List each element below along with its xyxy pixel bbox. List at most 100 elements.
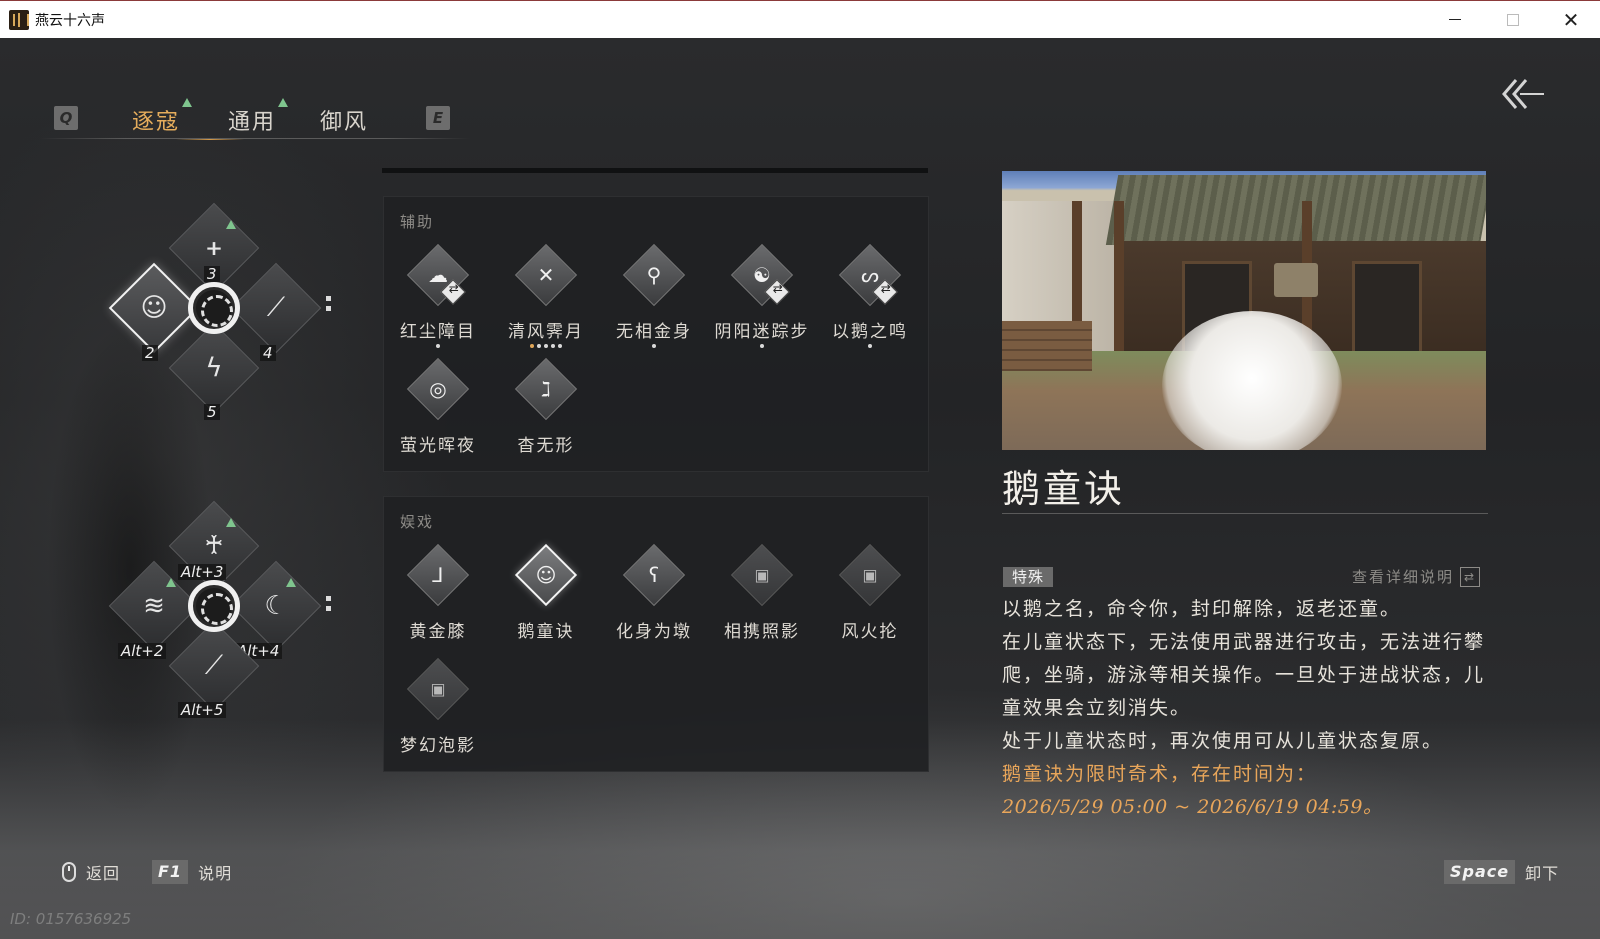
unequip-hint[interactable]: Space 卸下 xyxy=(1444,860,1559,884)
back-hint[interactable]: 返回 xyxy=(62,860,120,884)
description-line: 以鹅之名，命令你，封印解除，返老还童。 xyxy=(1002,598,1402,620)
goose-icon: ᔕ xyxy=(861,263,879,287)
window-controls: ✕ xyxy=(1426,1,1600,38)
crossed-blades-icon: ✕ xyxy=(537,263,555,287)
title-divider xyxy=(1002,513,1488,514)
tab-label: 逐寇 xyxy=(132,110,181,135)
new-indicator-icon xyxy=(226,220,236,229)
skill-yao-wu-xing[interactable]: ℷ 杳无形 xyxy=(496,357,596,456)
bear-icon: ʕ xyxy=(648,563,660,587)
panel-title: 娱戏 xyxy=(400,513,435,531)
game-screen: Q 逐寇 通用 御风 E ᚐ 3 ☺ 2 ⟋ 4 ϟ 5 ♰ Alt+3 ≋ A… xyxy=(0,38,1600,939)
more-dots-icon xyxy=(326,296,332,314)
wheel-slot-4[interactable]: ⟋ xyxy=(230,262,322,354)
unequip-key: Space xyxy=(1444,860,1516,884)
feather-icon: ⟋ xyxy=(266,292,286,323)
close-icon: ✕ xyxy=(1562,7,1580,32)
help-key: F1 xyxy=(152,860,189,884)
skill-yinyang-mizongbu[interactable]: ☯ 阴阳迷踪步 xyxy=(712,243,812,352)
skill-e-tong-jue[interactable]: ☺ 鹅童诀 xyxy=(496,543,596,642)
wheel-slot-2[interactable]: ☺ xyxy=(108,262,200,354)
skill-wuxiang-jinshen[interactable]: ⚲ 无相金身 xyxy=(604,243,704,352)
unequip-label: 卸下 xyxy=(1525,864,1560,883)
spear-icon: ⟋ xyxy=(204,650,224,681)
back-arrow-button[interactable] xyxy=(1500,76,1546,112)
skill-huashen-weidun[interactable]: ʕ 化身为墩 xyxy=(604,543,704,642)
entertainment-skill-panel: 娱戏 ⅃ 黄金膝 ☺ 鹅童诀 ʕ 化身为墩 ▣ 相携照影 ▣ 风火抡 ▣ 梦幻泡… xyxy=(383,496,929,772)
more-dots-icon xyxy=(326,596,332,614)
toggle-details-icon: ⇄ xyxy=(1460,566,1480,587)
meditating-figure-icon: ⚲ xyxy=(646,263,662,287)
wheel-slot-5[interactable]: ϟ xyxy=(168,322,260,414)
skill-preview-image xyxy=(1002,171,1486,450)
level-dots xyxy=(604,344,704,352)
minimize-icon xyxy=(1449,19,1461,20)
help-hint[interactable]: F1 说明 xyxy=(152,860,232,884)
skill-label: 梦幻泡影 xyxy=(400,736,476,756)
new-indicator-icon xyxy=(166,578,176,587)
skill-hongchen-zhangmu[interactable]: ☁ 红尘障目 xyxy=(388,243,488,352)
skill-qingfeng-jiyue[interactable]: ✕ 清风霁月 xyxy=(496,243,596,352)
wheel-slot-key: Alt+5 xyxy=(178,702,227,718)
child-figure-icon: ☺ xyxy=(535,563,557,587)
wheel-slot-key: 5 xyxy=(204,404,220,420)
wheel-slot-alt-5[interactable]: ⟋ xyxy=(168,620,260,712)
skill-label: 清风霁月 xyxy=(508,322,584,342)
level-dots xyxy=(388,344,488,352)
tab-zhukou[interactable]: 逐寇 xyxy=(132,98,193,136)
panel-scroll-track[interactable] xyxy=(382,168,928,173)
limited-time-note: 鹅童诀为限时奇术，存在时间为： xyxy=(1002,763,1318,785)
tab-yufeng[interactable]: 御风 xyxy=(320,104,368,136)
skill-menghuan-paoying[interactable]: ▣ 梦幻泡影 xyxy=(388,657,488,756)
skill-yingguang-huiye[interactable]: ◎ 萤光晖夜 xyxy=(388,357,488,456)
skill-label: 杳无形 xyxy=(517,436,575,456)
child-figure-icon: ☺ xyxy=(140,293,168,323)
view-details-label: 查看详细说明 xyxy=(1351,568,1454,586)
skill-label: 萤光晖夜 xyxy=(400,436,476,456)
skill-huangjin-xi[interactable]: ⅃ 黄金膝 xyxy=(388,543,488,642)
maximize-button[interactable] xyxy=(1484,1,1542,38)
close-button[interactable]: ✕ xyxy=(1542,1,1600,38)
crane-icon: ϟ xyxy=(205,353,223,383)
minimize-button[interactable] xyxy=(1426,1,1484,38)
level-dots xyxy=(820,344,920,352)
panel-title: 辅助 xyxy=(400,213,435,231)
player-uid: ID: 0157636925 xyxy=(10,910,132,928)
lock-icon: ▣ xyxy=(862,565,878,585)
skill-detail-title: 鹅童诀 xyxy=(1002,467,1126,511)
dust-cloud-icon: ☁ xyxy=(428,263,448,287)
wheel-slot-alt-4[interactable]: ☾ xyxy=(230,560,322,652)
new-indicator-icon xyxy=(182,98,193,107)
tab-tongyong[interactable]: 通用 xyxy=(228,98,289,136)
skill-type-badge: 特殊 xyxy=(1003,567,1054,587)
skill-description: 以鹅之名，命令你，封印解除，返老还童。 在儿童状态下，无法使用武器进行攻击，无法… xyxy=(1002,593,1492,824)
skill-label: 鹅童诀 xyxy=(517,622,575,642)
tab-label: 御风 xyxy=(320,110,369,135)
skill-label: 相携照影 xyxy=(724,622,800,642)
prev-tab-key[interactable]: Q xyxy=(54,106,78,130)
skill-xiangxie-zhaoying[interactable]: ▣ 相携照影 xyxy=(712,543,812,642)
description-line: 在儿童状态下，无法使用武器进行攻击，无法进行攀爬，坐骑，游泳等相关操作。一旦处于… xyxy=(1002,631,1486,719)
kneel-icon: ⅃ xyxy=(432,563,444,587)
double-chevron-left-icon xyxy=(1502,79,1544,109)
back-label: 返回 xyxy=(86,864,121,883)
crescent-slash-icon: ☾ xyxy=(264,591,288,621)
archer-figure-icon: ♰ xyxy=(204,531,224,561)
skill-wheel-primary: ᚐ 3 ☺ 2 ⟋ 4 ϟ 5 xyxy=(100,198,332,428)
skill-label: 以鹅之鸣 xyxy=(832,322,908,342)
skill-label: 风火抡 xyxy=(841,622,899,642)
swirl-icon: ◎ xyxy=(429,377,447,401)
lock-icon: ▣ xyxy=(754,565,770,585)
skill-label: 化身为墩 xyxy=(616,622,692,642)
leaping-figure-icon: ᚐ xyxy=(207,233,221,263)
wheel-slot-key: 3 xyxy=(204,266,220,282)
maximize-icon xyxy=(1507,13,1519,26)
window-titlebar: 燕云十六声 ✕ xyxy=(0,0,1600,38)
view-details-link[interactable]: 查看详细说明 ⇄ xyxy=(1352,566,1480,587)
skill-wheel-alt: ♰ Alt+3 ≋ Alt+2 ☾ Alt+4 ⟋ Alt+5 xyxy=(100,496,332,726)
next-tab-key[interactable]: E xyxy=(426,106,450,130)
skill-yi-e-zhi-ming[interactable]: ᔕ 以鹅之鸣 xyxy=(820,243,920,352)
skill-fenghuo-lun[interactable]: ▣ 风火抡 xyxy=(820,543,920,642)
level-dots xyxy=(712,344,812,352)
yin-yang-icon: ☯ xyxy=(753,263,771,287)
